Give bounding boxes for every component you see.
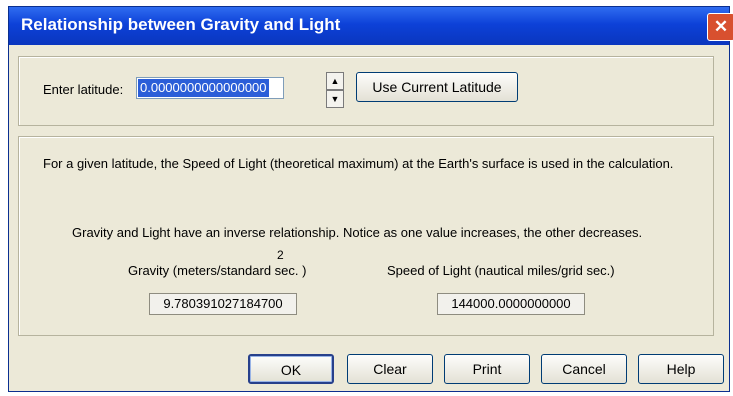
light-label: Speed of Light (nautical miles/grid sec.… xyxy=(387,263,615,278)
help-button[interactable]: Help xyxy=(638,354,724,384)
close-button[interactable]: ✕ xyxy=(707,13,733,41)
gravity-label: Gravity (meters/standard sec. ) xyxy=(128,263,307,278)
close-icon: ✕ xyxy=(713,17,729,36)
light-value-field: 144000.0000000000 xyxy=(437,293,585,315)
title-bar[interactable]: Relationship between Gravity and Light ✕ xyxy=(9,7,733,45)
use-current-latitude-button[interactable]: Use Current Latitude xyxy=(356,72,518,102)
relationship-text: Gravity and Light have an inverse relati… xyxy=(72,225,643,240)
window-title: Relationship between Gravity and Light xyxy=(21,15,341,34)
latitude-input[interactable]: 0.0000000000000000 xyxy=(136,77,284,99)
latitude-label: Enter latitude: xyxy=(43,82,124,97)
gravity-value-field: 9.780391027184700 xyxy=(149,293,297,315)
spin-down-button[interactable]: ▼ xyxy=(326,90,344,108)
print-button[interactable]: Print xyxy=(444,354,530,384)
gravity-exponent: 2 xyxy=(277,248,284,262)
cancel-button[interactable]: Cancel xyxy=(541,354,627,384)
arrow-up-icon: ▲ xyxy=(330,76,340,86)
ok-button[interactable]: OK xyxy=(248,354,334,384)
clear-button[interactable]: Clear xyxy=(347,354,433,384)
latitude-value: 0.0000000000000000 xyxy=(138,79,269,97)
description-text: For a given latitude, the Speed of Light… xyxy=(43,156,674,171)
spin-up-button[interactable]: ▲ xyxy=(326,72,344,90)
arrow-down-icon: ▼ xyxy=(330,94,340,104)
